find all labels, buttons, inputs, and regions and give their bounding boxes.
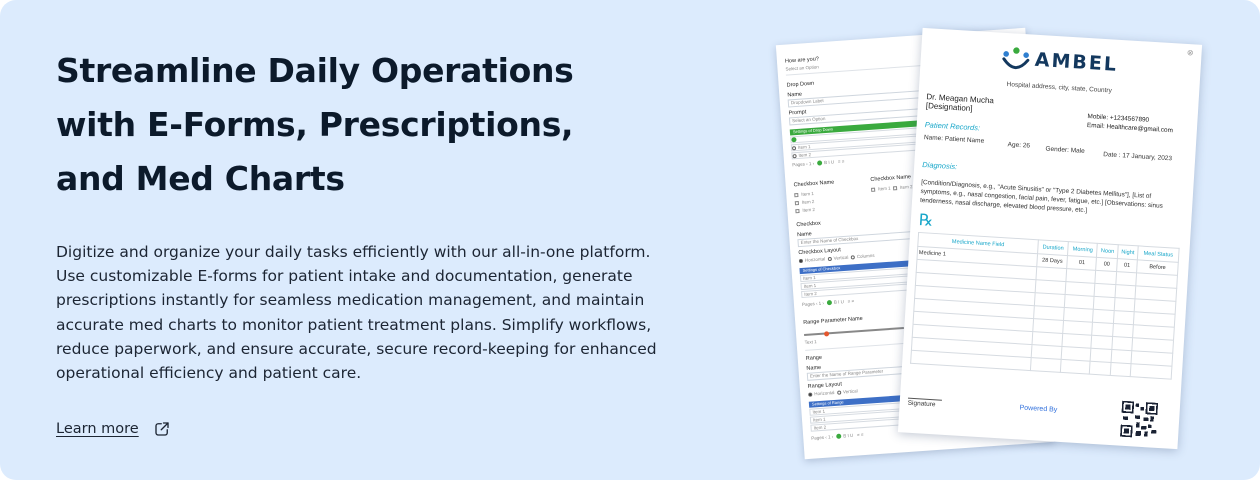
form-question: How are you? [784, 56, 820, 65]
medicine-table: Medicine Name Field Duration Morning Noo… [910, 232, 1180, 380]
patient-gender: Gender: Male [1045, 145, 1085, 155]
range-name-label: Name [806, 364, 822, 372]
pagination: Pages ‹ 1 › B I U ≡ ≡ [801, 298, 855, 308]
signature-label: Signature [907, 399, 936, 409]
patient-records-label: Patient Records: [924, 120, 981, 133]
range-layout-options: Horizontal Vertical [808, 388, 858, 397]
pagination: Pages ‹ 1 › B I U ≡ ≡ [792, 158, 845, 168]
patient-age: Age: 26 [1007, 141, 1031, 150]
checkbox-item: Item 1 [794, 191, 814, 198]
diagnosis-text: [Condition/Diagnosis, e.g., "Acute Sinus… [919, 179, 1164, 215]
headline-line-1: Streamline Daily Operations [56, 51, 574, 90]
ambel-people-logo-icon [1002, 47, 1030, 70]
checkbox-item: Item 1 Item 2 [871, 184, 913, 192]
checkbox-name-field-label: Name [796, 231, 812, 239]
diagnosis-label: Diagnosis: [922, 160, 958, 172]
close-icon: ⊗ [1186, 48, 1194, 58]
contact-block: Mobile: +1234567890 Email: Healthcare@gm… [1087, 112, 1174, 135]
checkbox-name-label-2: Checkbox Name [870, 174, 912, 183]
range-title: Range [805, 354, 823, 362]
qr-code-icon [1120, 400, 1159, 438]
range-parameter-name-label: Range Parameter Name [803, 315, 863, 326]
prescription-date: Date : 17 January, 2023 [1103, 151, 1173, 163]
learn-more-link[interactable]: Learn more [56, 418, 171, 440]
ambel-logo: AMBEL [1000, 45, 1119, 78]
promo-card: Streamline Daily Operations with E-Forms… [0, 0, 1260, 480]
headline-line-3: and Med Charts [56, 159, 345, 198]
rx-symbol: ℞ [918, 209, 934, 230]
description: Digitize and organize your daily tasks e… [56, 243, 657, 383]
col-night: Night [1117, 244, 1139, 260]
brand-name: AMBEL [1034, 48, 1119, 76]
name-input: Dropdown Label [787, 89, 938, 108]
checkbox-title: Checkbox [796, 220, 822, 229]
range-text-1: Text 1 [804, 339, 817, 345]
cell-noon: 00 [1096, 257, 1118, 272]
external-link-icon [155, 422, 169, 436]
range-layout-label: Range Layout [807, 381, 843, 390]
learn-more-label: Learn more [56, 421, 139, 437]
checkbox-name-label: Checkbox Name [793, 179, 835, 189]
drop-down-title: Drop Down [786, 80, 815, 89]
name-label: Name [787, 91, 803, 99]
col-noon: Noon [1096, 243, 1119, 259]
range-slider [804, 326, 904, 337]
checkbox-item: Item 2 [795, 207, 815, 214]
powered-by: Powered By [1019, 404, 1058, 414]
checkbox-item: Item 2 [794, 199, 815, 206]
pagination: Pages ‹ 1 › B I U ≡ ≡ [811, 432, 864, 441]
patient-name: Name: Patient Name [923, 134, 985, 145]
doctor-block: Dr. Meagan Mucha [Designation] [926, 92, 995, 114]
headline: Streamline Daily Operations with E-Forms… [56, 44, 656, 206]
form-select-option: Select an Option [785, 64, 819, 72]
cell-night: 01 [1116, 258, 1138, 273]
headline-line-2: with E-Forms, Prescriptions, [56, 105, 574, 144]
prescription-sheet: ⊗ AMBEL Hospital address, city, state, C… [897, 27, 1203, 450]
